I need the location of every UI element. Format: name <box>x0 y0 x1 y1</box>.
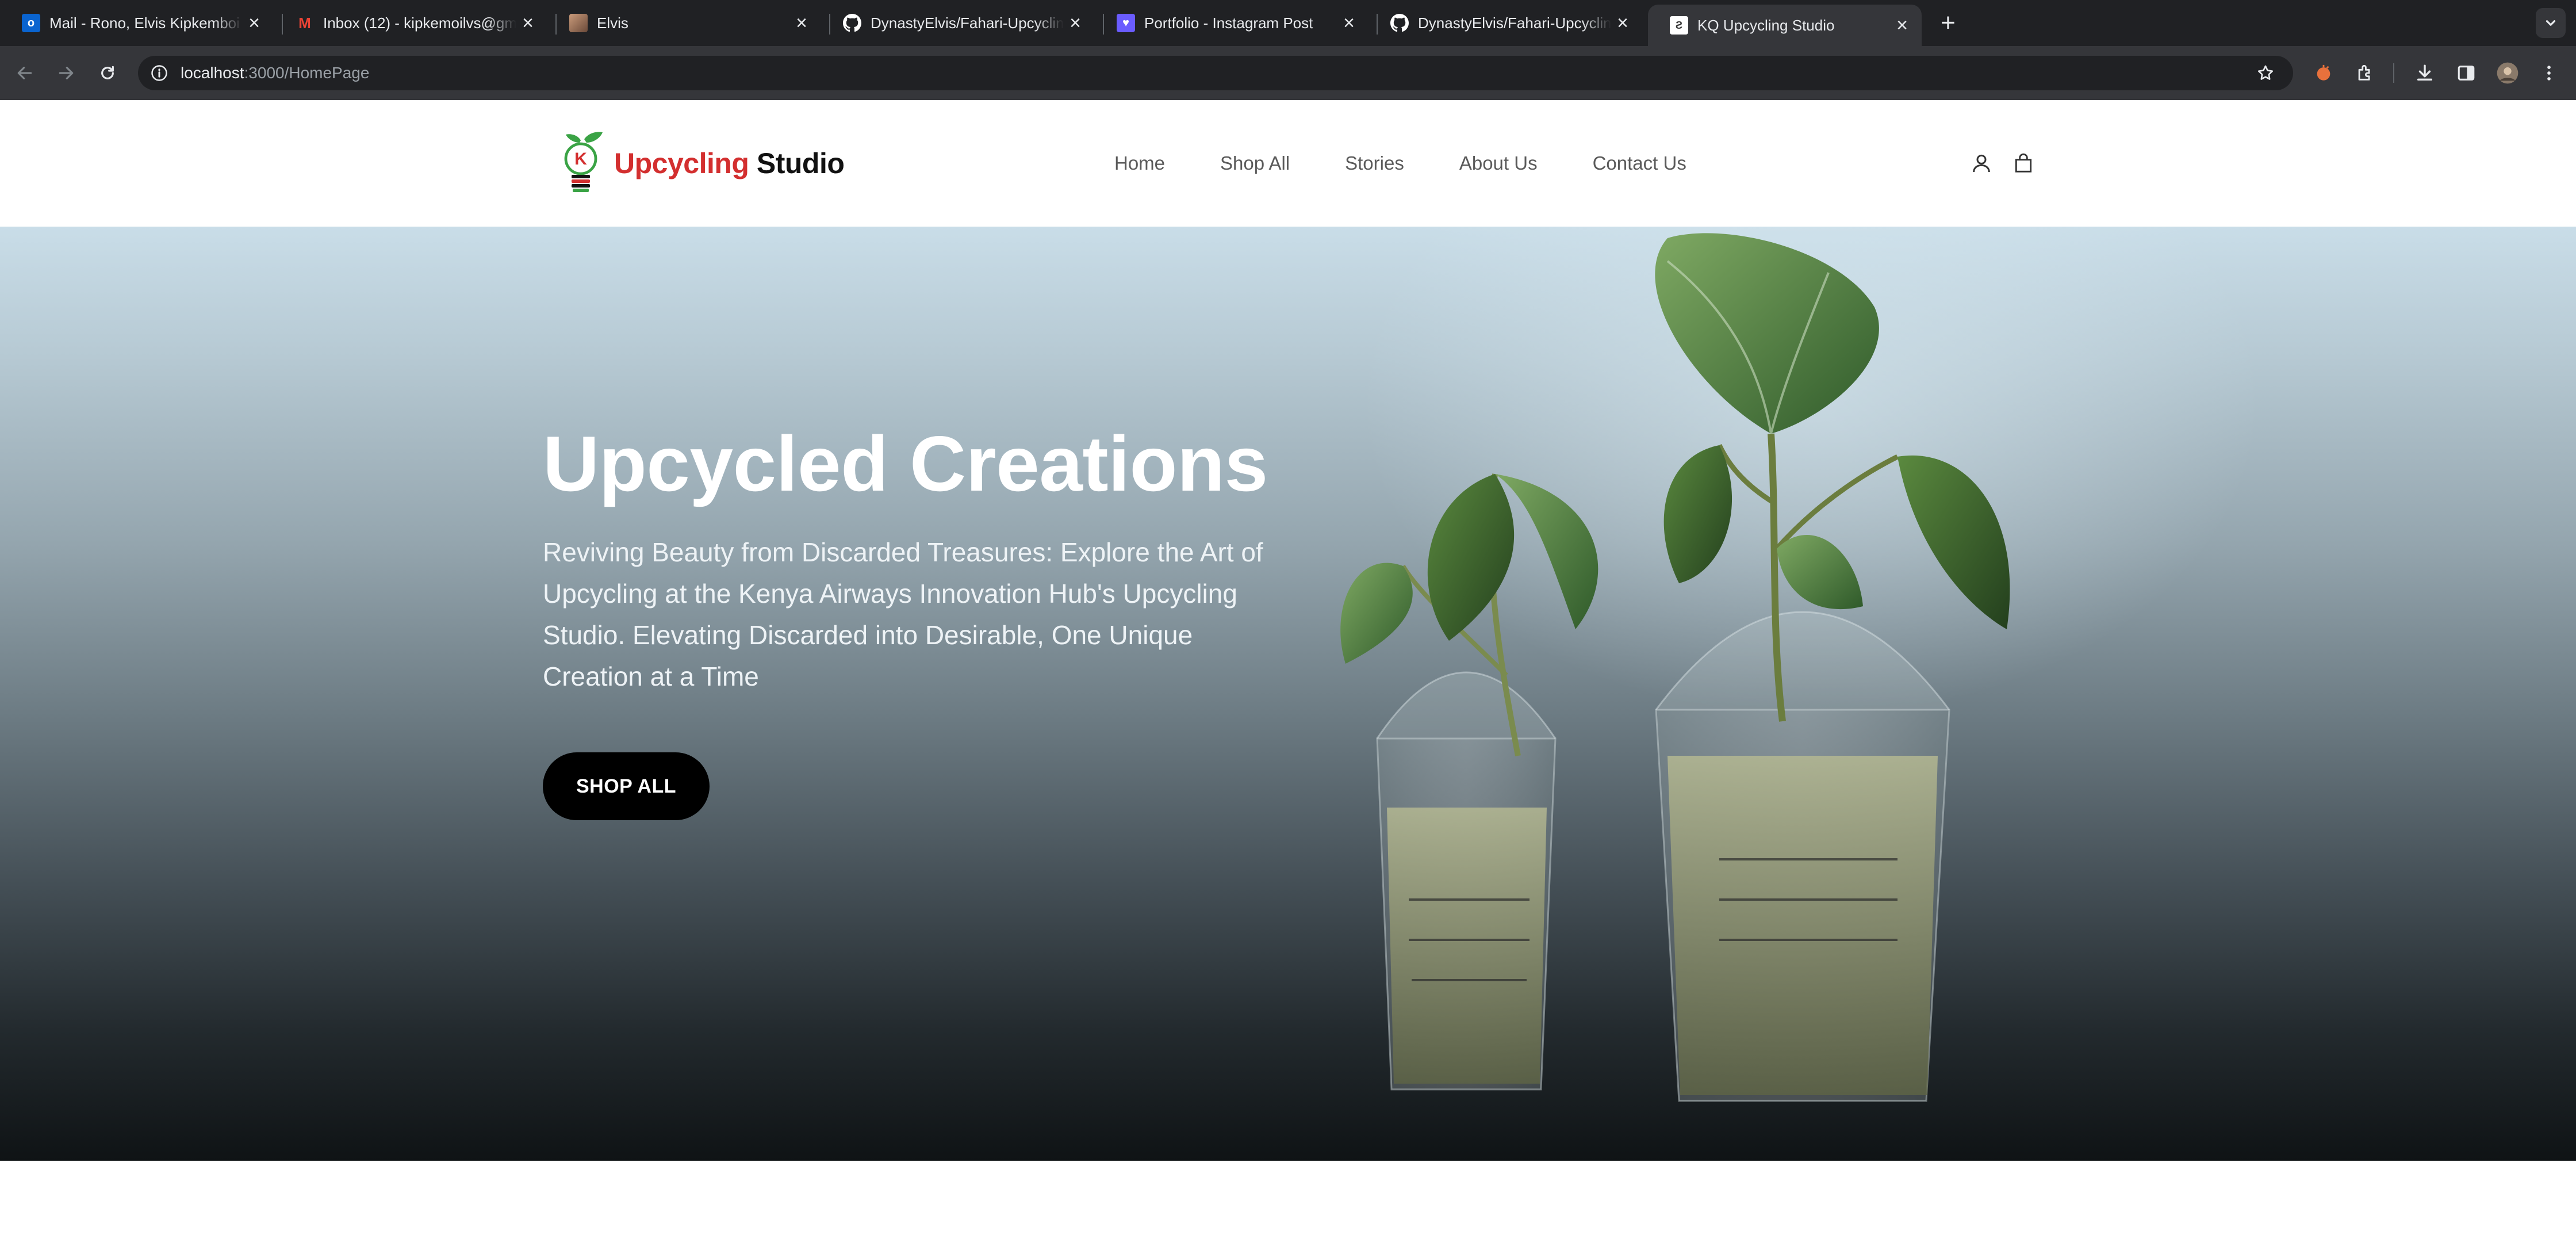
extension-orange-icon[interactable] <box>2309 59 2338 87</box>
browser-tabstrip: o Mail - Rono, Elvis Kipkemboi × M Inbox… <box>0 0 2576 46</box>
site-info-icon[interactable] <box>151 64 168 82</box>
nav-contact-us[interactable]: Contact Us <box>1593 152 1686 174</box>
tab-title: Portfolio - Instagram Post <box>1144 14 1313 32</box>
canva-icon: ♥ <box>1117 14 1135 32</box>
tab-title: DynastyElvis/Fahari-Upcycling <box>871 14 1064 32</box>
tab-title: KQ Upcycling Studio <box>1697 16 1835 34</box>
site-logo[interactable]: K Upcycling Studio <box>555 130 845 197</box>
chevron-down-icon <box>2546 20 2556 26</box>
hero-banner: Upcycled Creations Reviving Beauty from … <box>0 227 2576 1161</box>
browser-tab[interactable]: ♥ Portfolio - Instagram Post × <box>1095 6 1368 40</box>
gmail-icon: M <box>298 14 311 32</box>
potted-plants-image <box>1340 233 2010 1102</box>
brand-word-upcycling: Upcycling <box>614 147 749 179</box>
close-tab-icon[interactable]: × <box>243 12 266 35</box>
hero-subtitle: Reviving Beauty from Discarded Treasures… <box>543 537 1263 691</box>
bookmark-star-icon[interactable] <box>2254 62 2277 85</box>
brand-word-studio: Studio <box>756 147 845 179</box>
shopping-bag-icon <box>2015 153 2032 173</box>
browser-tab-active[interactable]: Ƨ KQ Upcycling Studio × <box>1648 5 1922 46</box>
forward-arrow-icon <box>59 67 74 79</box>
close-tab-icon[interactable]: × <box>790 12 813 35</box>
site-header: K Upcycling Studio Home Shop All Stories… <box>0 100 2576 227</box>
close-tab-icon[interactable]: × <box>1891 14 1914 37</box>
nav-shop-all[interactable]: Shop All <box>1220 152 1290 174</box>
back-arrow-icon <box>17 67 32 79</box>
browser-tab[interactable]: DynastyElvis/Fahari-Upcycling × <box>821 6 1095 40</box>
toolbar-divider <box>2393 63 2394 83</box>
url-text: localhost:3000/HomePage <box>181 64 370 82</box>
nav-about-us[interactable]: About Us <box>1459 152 1538 174</box>
main-nav: Home Shop All Stories About Us Contact U… <box>1114 100 1686 227</box>
browser-tab[interactable]: M Inbox (12) - kipkemoilvs@gmail.com × <box>274 6 547 40</box>
outlook-icon: o <box>22 14 40 32</box>
tab-title: Elvis <box>597 14 628 32</box>
nav-home[interactable]: Home <box>1114 152 1165 174</box>
nav-stories[interactable]: Stories <box>1345 152 1404 174</box>
forward-button[interactable] <box>52 59 80 87</box>
close-tab-icon[interactable]: × <box>516 12 539 35</box>
page-content-below-hero <box>0 1161 2576 1247</box>
tab-search-button[interactable] <box>2536 8 2566 38</box>
tab-title: DynastyElvis/Fahari-Upcycling <box>1418 14 1611 32</box>
extensions-puzzle-icon[interactable] <box>2351 59 2379 87</box>
browser-tab[interactable]: Elvis × <box>547 6 821 40</box>
reload-icon <box>101 66 114 79</box>
back-button[interactable] <box>10 59 39 87</box>
kq-favicon-icon: Ƨ <box>1670 16 1688 35</box>
account-button[interactable] <box>1966 148 1996 178</box>
downloads-icon[interactable] <box>2410 59 2439 87</box>
new-tab-button[interactable]: + <box>1934 9 1962 37</box>
close-tab-icon[interactable]: × <box>1337 12 1360 35</box>
photo-favicon-icon <box>569 14 588 32</box>
brand-name: Upcycling Studio <box>614 147 845 180</box>
github-icon <box>843 14 861 32</box>
side-panel-icon[interactable] <box>2452 59 2481 87</box>
browser-tab[interactable]: o Mail - Rono, Elvis Kipkemboi × <box>0 6 274 40</box>
browser-toolbar: localhost:3000/HomePage <box>0 46 2576 100</box>
cart-button[interactable] <box>2008 148 2038 178</box>
user-icon <box>1973 154 1990 173</box>
browser-menu-icon[interactable] <box>2535 59 2563 87</box>
profile-avatar[interactable] <box>2493 59 2522 87</box>
close-tab-icon[interactable]: × <box>1611 12 1634 35</box>
tab-title: Inbox (12) - kipkemoilvs@gmail.com <box>323 14 516 32</box>
hero-title: Upcycled Creations <box>543 420 1268 507</box>
svg-text:K: K <box>574 150 587 169</box>
close-tab-icon[interactable]: × <box>1064 12 1087 35</box>
tab-title: Mail - Rono, Elvis Kipkemboi <box>49 14 240 32</box>
address-bar[interactable]: localhost:3000/HomePage <box>138 56 2293 90</box>
reload-button[interactable] <box>93 59 122 87</box>
github-icon <box>1390 14 1409 32</box>
shop-all-button[interactable]: SHOP ALL <box>543 752 710 820</box>
lightbulb-logo-icon: K <box>564 132 603 192</box>
browser-tab[interactable]: DynastyElvis/Fahari-Upcycling × <box>1368 6 1642 40</box>
